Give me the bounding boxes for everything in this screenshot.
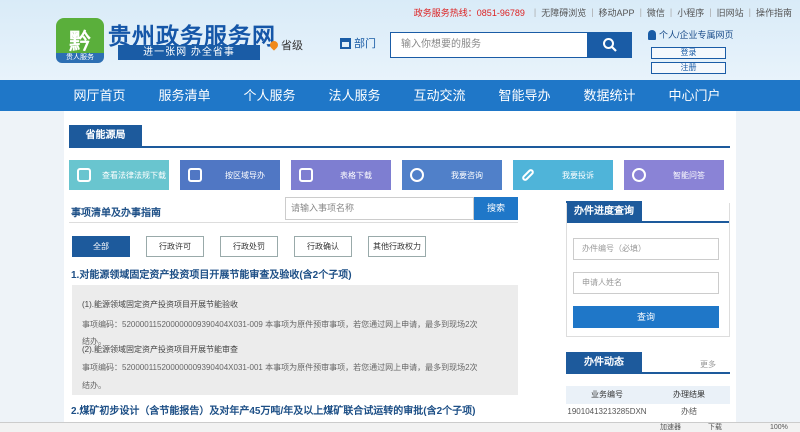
headset-icon — [402, 160, 432, 190]
top-links-bar: 政务服务热线：0851-96789 | 无障碍浏览 | 移动APP | 微信 |… — [413, 6, 792, 19]
table-row[interactable]: 19010413213285DXN 办结 — [566, 404, 730, 420]
tab-admin-penalty[interactable]: 行政处罚 — [220, 236, 278, 257]
section-divider — [69, 146, 730, 148]
nav-portal[interactable]: 中心门户 — [652, 80, 737, 111]
site-slogan: 进一张网 办全省事 — [118, 45, 260, 60]
column-header: 业务编号 — [591, 390, 623, 399]
quick-link-laws[interactable]: 查看法律法规下载 — [69, 160, 169, 190]
column-header: 办理结果 — [673, 390, 705, 399]
location-pin-icon — [268, 39, 280, 51]
nav-service-list[interactable]: 服务清单 — [142, 80, 227, 111]
mobile-app-link[interactable]: 移动APP — [599, 6, 635, 19]
zoom-level[interactable]: 100% — [770, 423, 788, 432]
quick-link-label: 表格下载 — [340, 170, 372, 180]
tab-all[interactable]: 全部 — [72, 236, 130, 257]
hotline-text: 政务服务热线：0851-96789 — [413, 7, 525, 18]
header-search-button[interactable] — [588, 32, 632, 58]
building-icon — [340, 37, 351, 49]
quick-link-consult[interactable]: 我要咨询 — [402, 160, 502, 190]
more-link[interactable]: 更多 — [700, 359, 716, 370]
logo-sub-text: 贵人服务 — [56, 53, 104, 63]
nav-statistics[interactable]: 数据统计 — [567, 80, 652, 111]
department-selector[interactable]: 部门 — [340, 35, 376, 51]
item-search-input[interactable]: 请输入事项名称 — [285, 197, 474, 220]
user-icon — [648, 29, 656, 40]
department-label: 部门 — [354, 38, 376, 50]
table-cell: 19010413213285DXN — [567, 407, 647, 416]
browser-status-bar: 加速器 下载 100% — [0, 422, 800, 432]
list-title: 事项清单及办事指南 — [71, 208, 161, 219]
table-icon — [291, 160, 321, 190]
province-selector[interactable]: 省级 — [268, 37, 303, 53]
user-portal-link[interactable]: 个人/企业专属网页 — [648, 28, 734, 41]
download-label[interactable]: 下载 — [708, 423, 722, 432]
sub-item-title[interactable]: (1).能源领域固定资产投资项目开展节能验收 — [82, 299, 238, 310]
applicant-name-input[interactable]: 申请人姓名 — [573, 272, 719, 294]
quick-link-label: 我要投诉 — [562, 170, 594, 180]
item-title[interactable]: 2.煤矿初步设计（含节能报告）及对年产45万吨/年及以上煤矿联合试运转的审批(含… — [71, 402, 475, 417]
section-title: 省能源局 — [69, 125, 142, 147]
main-nav: 网厅首页 服务清单 个人服务 法人服务 互动交流 智能导办 数据统计 中心门户 — [0, 80, 800, 111]
scale-icon — [69, 160, 99, 190]
item-title[interactable]: 1.对能源领域固定资产投资项目开展节能审查及验收(含2个子项) — [71, 266, 352, 281]
header-search-input[interactable]: 输入你想要的服务 — [390, 32, 588, 58]
query-button[interactable]: 查询 — [573, 306, 719, 328]
dynamics-title: 办件动态 — [566, 352, 642, 374]
quick-link-label: 按区域导办 — [225, 170, 265, 180]
tab-admin-confirm[interactable]: 行政确认 — [294, 236, 352, 257]
nav-home[interactable]: 网厅首页 — [57, 80, 142, 111]
old-site-link[interactable]: 旧网站 — [717, 6, 744, 19]
user-portal-label: 个人/企业专属网页 — [659, 30, 734, 40]
quick-link-label: 查看法律法规下载 — [102, 170, 166, 180]
province-label: 省级 — [281, 40, 303, 52]
quick-link-label: 我要咨询 — [451, 170, 483, 180]
case-number-input[interactable]: 办件编号（必填） — [573, 238, 719, 260]
register-button[interactable]: 注册 — [651, 62, 726, 74]
login-button[interactable]: 登录 — [651, 47, 726, 59]
bulb-icon — [624, 160, 654, 190]
bus-icon — [180, 160, 210, 190]
wechat-link[interactable]: 微信 — [647, 6, 665, 19]
tab-other-power[interactable]: 其他行政权力 — [368, 236, 426, 257]
sub-item-tail: 结办。 — [82, 381, 106, 390]
search-icon — [603, 38, 617, 52]
quick-link-complaint[interactable]: 我要投诉 — [513, 160, 613, 190]
nav-personal[interactable]: 个人服务 — [227, 80, 312, 111]
nav-legal-person[interactable]: 法人服务 — [312, 80, 397, 111]
guide-link[interactable]: 操作指南 — [756, 6, 792, 19]
quick-link-forms[interactable]: 表格下载 — [291, 160, 391, 190]
accessibility-link[interactable]: 无障碍浏览 — [541, 6, 586, 19]
site-header: 政务服务热线：0851-96789 | 无障碍浏览 | 移动APP | 微信 |… — [0, 0, 800, 80]
nav-interaction[interactable]: 互动交流 — [397, 80, 482, 111]
item-search-button[interactable]: 搜索 — [474, 197, 518, 220]
sub-item-title[interactable]: (2).能源领域固定资产投资项目开展节能审查 — [82, 344, 238, 355]
accelerator-label[interactable]: 加速器 — [660, 423, 681, 432]
quick-link-label: 智能问答 — [673, 170, 705, 180]
miniprogram-link[interactable]: 小程序 — [677, 6, 704, 19]
quick-link-qa[interactable]: 智能问答 — [624, 160, 724, 190]
table-cell: 办结 — [681, 407, 697, 416]
pencil-icon — [513, 160, 543, 190]
sub-item-code: 事项编码：520000115200000009390404X031-009 本事… — [82, 320, 478, 329]
tab-admin-license[interactable]: 行政许可 — [146, 236, 204, 257]
list-divider — [69, 222, 518, 223]
quick-link-region-guide[interactable]: 按区域导办 — [180, 160, 280, 190]
nav-smart-guide[interactable]: 智能导办 — [482, 80, 567, 111]
sub-item-code: 事项编码：520000115200000009390404X031-001 本事… — [82, 363, 478, 372]
dynamics-table-header: 业务编号 办理结果 — [566, 386, 730, 404]
